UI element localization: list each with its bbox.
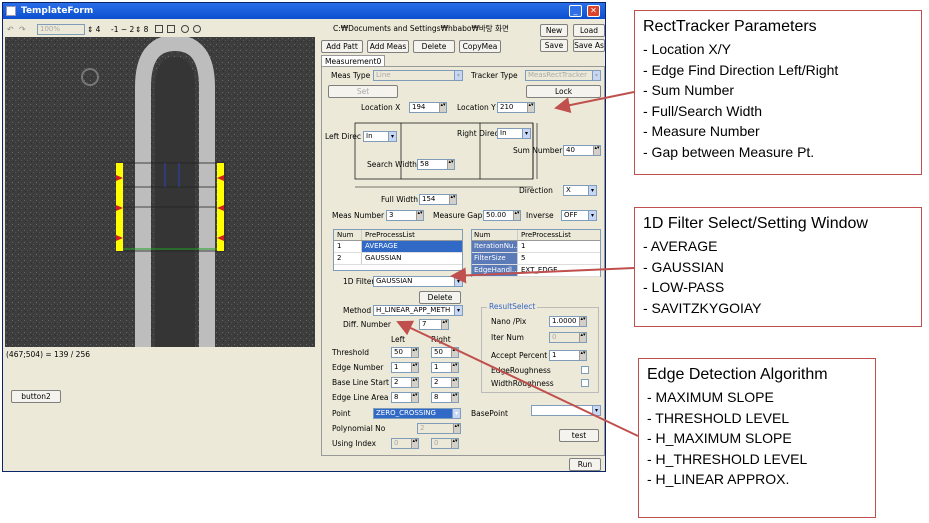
arrow-filter bbox=[450, 267, 635, 284]
arrow-edge-detection bbox=[396, 320, 639, 437]
arrow-recttracker bbox=[554, 91, 635, 114]
annotation-arrows bbox=[396, 91, 639, 437]
